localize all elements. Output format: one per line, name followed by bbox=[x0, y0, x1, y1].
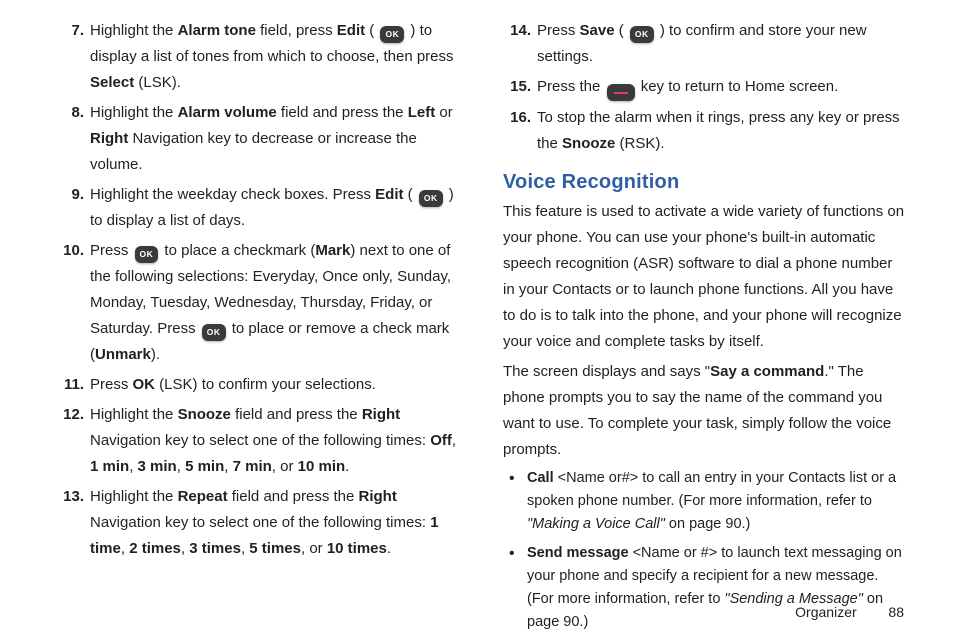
step-body: Press OK to place a checkmark (Mark) nex… bbox=[90, 242, 451, 363]
left-steps-list: 7.Highlight the Alarm tone field, press … bbox=[56, 18, 459, 562]
step-number: 15. bbox=[503, 74, 531, 100]
bold-text: Unmark bbox=[95, 346, 151, 363]
bold-text: Repeat bbox=[178, 488, 228, 505]
bold-text: Off bbox=[430, 432, 452, 449]
bold-text: Edit bbox=[375, 186, 403, 203]
page-footer: Organizer 88 bbox=[795, 604, 904, 620]
step-number: 12. bbox=[56, 402, 84, 428]
section-heading-voice-recognition: Voice Recognition bbox=[503, 169, 906, 195]
step-number: 14. bbox=[503, 18, 531, 44]
columns: 7.Highlight the Alarm tone field, press … bbox=[56, 18, 906, 636]
step-number: 16. bbox=[503, 105, 531, 131]
step-item: 12.Highlight the Snooze field and press … bbox=[56, 402, 459, 480]
home-key-icon bbox=[607, 84, 635, 101]
ok-key-icon: OK bbox=[419, 190, 443, 207]
step-body: Highlight the Alarm tone field, press Ed… bbox=[90, 22, 454, 91]
step-body: Highlight the weekday check boxes. Press… bbox=[90, 186, 454, 229]
step-item: 11. Press OK (LSK) to confirm your select… bbox=[56, 372, 459, 398]
ok-key-icon: OK bbox=[135, 246, 159, 263]
step-number: 11. bbox=[56, 372, 84, 398]
footer-section-name: Organizer bbox=[795, 604, 856, 620]
bold-text: Edit bbox=[337, 22, 365, 39]
step-item: 9.Highlight the weekday check boxes. Pre… bbox=[56, 182, 459, 234]
bold-text: 7 min bbox=[233, 458, 272, 475]
step-number: 7. bbox=[56, 18, 84, 44]
step-item: 15. Press the key to return to Home scree… bbox=[503, 74, 906, 101]
bold-text: Save bbox=[580, 22, 615, 39]
footer-page-number: 88 bbox=[888, 604, 904, 620]
step-item: 10.Press OK to place a checkmark (Mark) … bbox=[56, 238, 459, 368]
step-item: 16.To stop the alarm when it rings, pres… bbox=[503, 105, 906, 157]
bullet-item: Call <Name or#> to call an entry in your… bbox=[503, 467, 906, 536]
bold-text: Alarm tone bbox=[178, 22, 256, 39]
step-body: Highlight the Snooze field and press the… bbox=[90, 406, 456, 475]
step-body: Highlight the Alarm volume field and pre… bbox=[90, 104, 453, 173]
bold-text: Alarm volume bbox=[178, 104, 277, 121]
bold-text: Send message bbox=[527, 545, 629, 561]
bold-text: Snooze bbox=[178, 406, 231, 423]
paragraph: This feature is used to activate a wide … bbox=[503, 199, 906, 355]
bold-text: Snooze bbox=[562, 135, 615, 152]
step-number: 9. bbox=[56, 182, 84, 208]
bold-text: 3 min bbox=[138, 458, 177, 475]
bold-text: Mark bbox=[315, 242, 350, 259]
step-body: Press Save ( OK ) to confirm and store y… bbox=[537, 22, 867, 65]
step-item: 14.Press Save ( OK ) to confirm and stor… bbox=[503, 18, 906, 70]
step-number: 13. bbox=[56, 484, 84, 510]
bold-text: Left bbox=[408, 104, 436, 121]
bold-text: 2 times bbox=[129, 540, 181, 557]
bold-text: Call bbox=[527, 470, 554, 486]
step-item: 7.Highlight the Alarm tone field, press … bbox=[56, 18, 459, 96]
ok-key-icon: OK bbox=[630, 26, 654, 43]
bold-text: 10 times bbox=[327, 540, 387, 557]
step-number: 8. bbox=[56, 100, 84, 126]
bold-text: Right bbox=[90, 130, 128, 147]
ok-key-icon: OK bbox=[202, 324, 226, 341]
left-column: 7.Highlight the Alarm tone field, press … bbox=[56, 18, 459, 636]
step-body: Highlight the Repeat field and press the… bbox=[90, 488, 439, 557]
bold-text: 3 times bbox=[189, 540, 241, 557]
paragraph: The screen displays and says "Say a comm… bbox=[503, 359, 906, 463]
bold-text: 5 min bbox=[185, 458, 224, 475]
ok-key-icon: OK bbox=[380, 26, 404, 43]
step-body: To stop the alarm when it rings, press a… bbox=[537, 109, 900, 152]
bold-text: Select bbox=[90, 74, 134, 91]
step-item: 8.Highlight the Alarm volume field and p… bbox=[56, 100, 459, 178]
italic-reference: "Making a Voice Call" bbox=[527, 516, 665, 532]
step-body: Press the key to return to Home screen. bbox=[537, 78, 838, 95]
right-column: 14.Press Save ( OK ) to confirm and stor… bbox=[503, 18, 906, 636]
bold-text: Right bbox=[359, 488, 397, 505]
bold-text: Right bbox=[362, 406, 400, 423]
bold-text: OK bbox=[133, 376, 156, 393]
bold-text: 1 min bbox=[90, 458, 129, 475]
step-item: 13.Highlight the Repeat field and press … bbox=[56, 484, 459, 562]
bold-text: 10 min bbox=[298, 458, 346, 475]
bold-text: 5 times bbox=[249, 540, 301, 557]
manual-page: 7.Highlight the Alarm tone field, press … bbox=[0, 0, 954, 636]
right-steps-list: 14.Press Save ( OK ) to confirm and stor… bbox=[503, 18, 906, 157]
step-body: Press OK (LSK) to confirm your selection… bbox=[90, 376, 376, 393]
step-number: 10. bbox=[56, 238, 84, 264]
bold-text: Say a command bbox=[710, 363, 824, 380]
